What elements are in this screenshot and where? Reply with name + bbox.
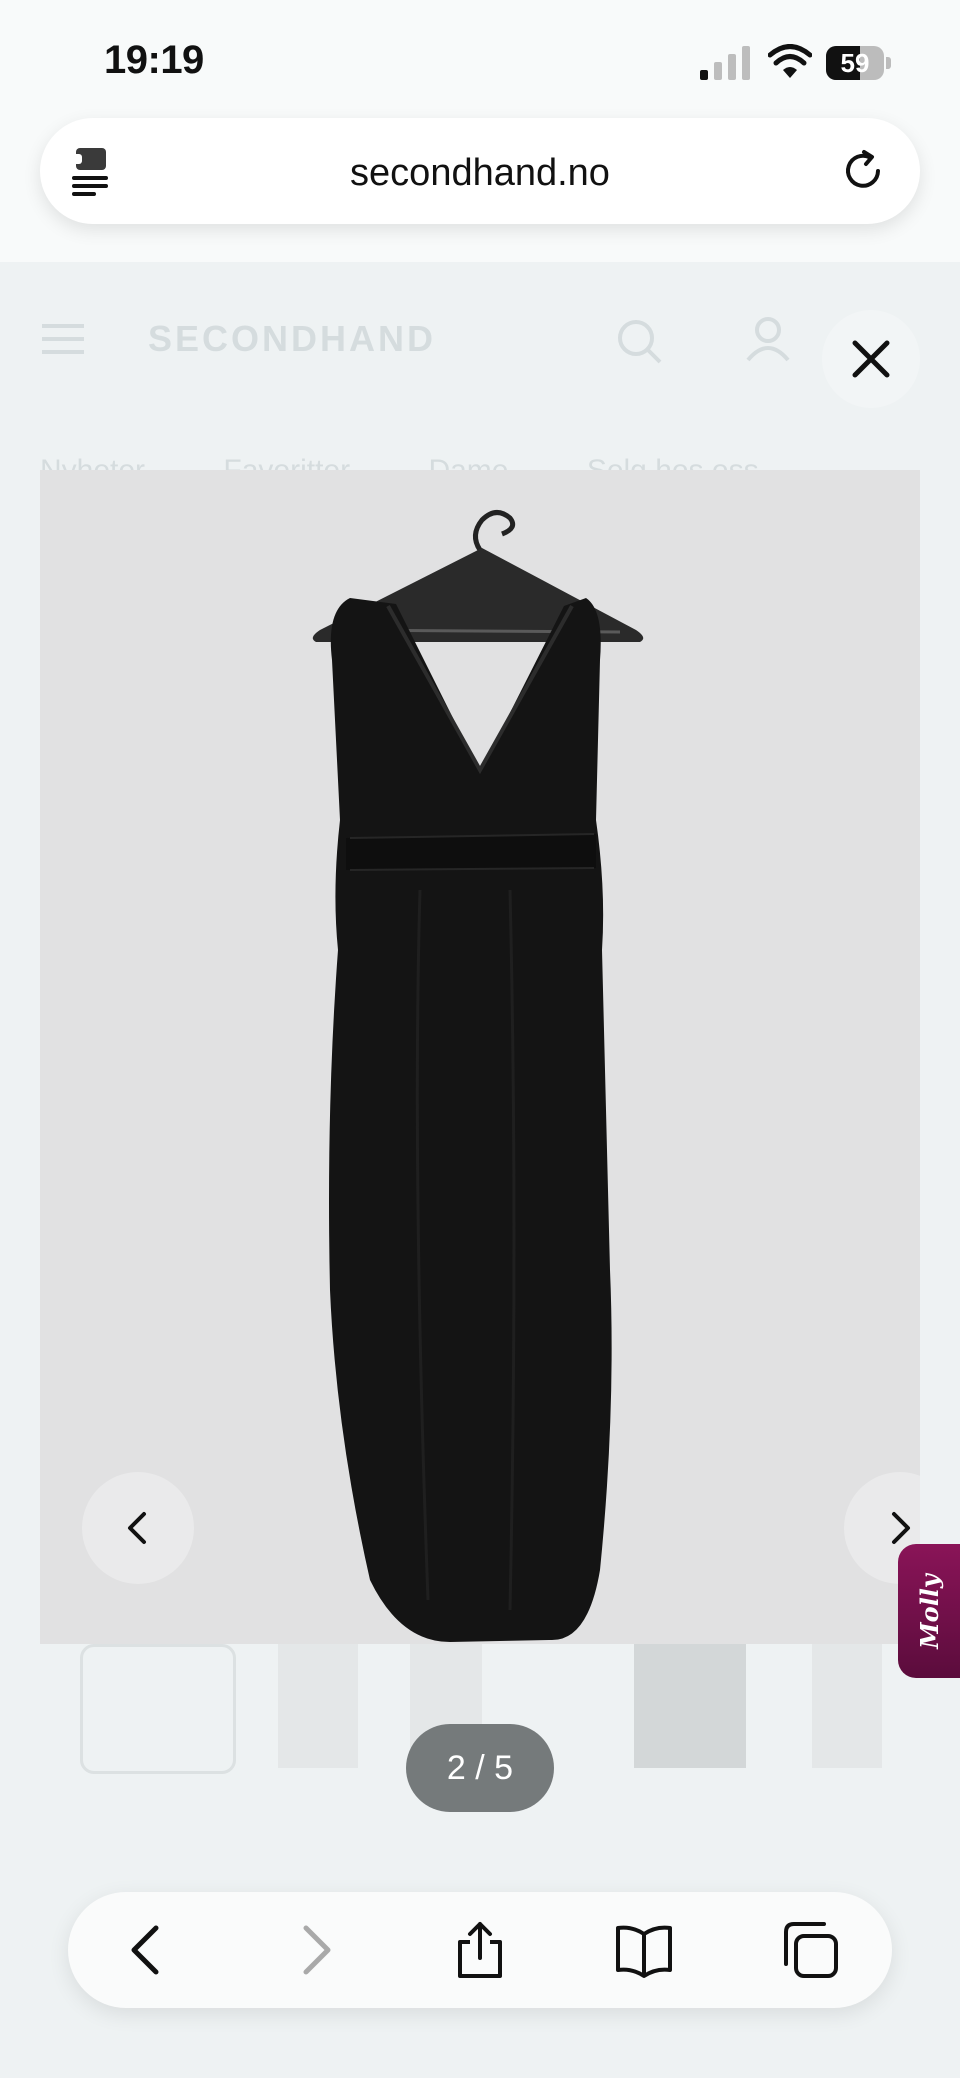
tabs-icon[interactable] [780,1920,840,1980]
product-image-viewer[interactable] [40,470,920,1644]
close-icon[interactable] [822,310,920,408]
wifi-icon [768,44,812,78]
thumbnail[interactable] [634,1644,746,1768]
account-icon [746,317,790,362]
share-icon[interactable] [450,1920,510,1980]
battery-icon: 59 [826,46,892,80]
menu-icon [42,324,84,354]
thumbnail[interactable] [278,1644,358,1768]
thumbnail[interactable] [80,1644,236,1774]
bookmarks-icon[interactable] [614,1920,674,1980]
chat-widget-label: Molly [914,1573,944,1649]
browser-chrome: secondhand.no [0,110,960,262]
url-text[interactable]: secondhand.no [40,152,920,195]
image-counter: 2 / 5 [406,1724,554,1812]
previous-image-button[interactable] [82,1472,194,1584]
browser-toolbar [68,1892,892,2008]
chat-widget-button[interactable]: Molly [898,1544,960,1678]
battery-level: 59 [840,48,870,78]
back-icon[interactable] [118,1920,178,1980]
address-bar[interactable]: secondhand.no [40,118,920,224]
site-logo: SECONDHAND [148,318,437,359]
product-image [312,510,644,1642]
search-icon [618,320,662,364]
status-bar: 19:19 59 [0,0,960,110]
signal-icon [700,46,750,80]
forward-icon[interactable] [284,1920,344,1980]
chevron-left-icon[interactable] [82,1472,194,1584]
thumbnail[interactable] [812,1644,882,1768]
status-time: 19:19 [104,38,204,82]
reload-icon[interactable] [840,148,886,194]
close-button[interactable] [822,310,920,408]
